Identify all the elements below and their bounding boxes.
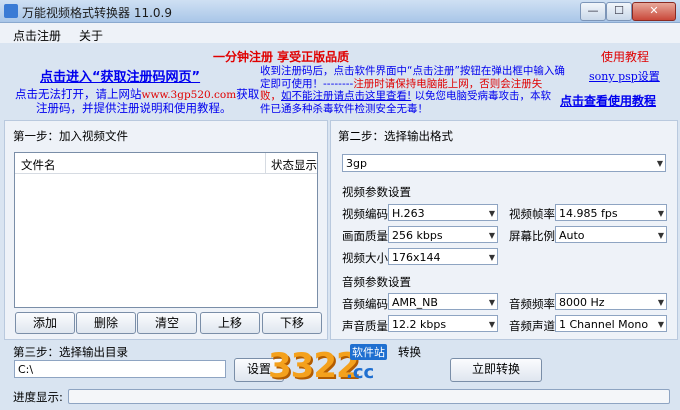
channel-label: 音频声道 bbox=[509, 319, 555, 333]
notice-line-3: 以免您电脑受病毒攻击，本软 bbox=[414, 90, 552, 102]
get-code-link[interactable]: 点击进入“获取注册码网页” bbox=[40, 66, 200, 85]
cant-open-prefix: 点击无法打开，请上网站 bbox=[15, 87, 142, 101]
chevron-down-icon: ▼ bbox=[657, 298, 664, 307]
step4-title: 转换 bbox=[398, 345, 421, 359]
video-codec-select[interactable]: H.263 ▼ bbox=[388, 204, 498, 221]
output-format-value: 3gp bbox=[346, 157, 367, 170]
sample-rate-label: 音频频率 bbox=[509, 297, 555, 311]
file-list[interactable]: 文件名 状态显示 bbox=[14, 152, 318, 308]
quality-value: 256 kbps bbox=[392, 229, 443, 242]
audio-codec-value: AMR_NB bbox=[392, 296, 438, 309]
maximize-button[interactable]: ☐ bbox=[606, 2, 632, 21]
chevron-down-icon: ▼ bbox=[488, 209, 495, 218]
notice-warning-2: 败， bbox=[260, 90, 281, 102]
chevron-down-icon: ▼ bbox=[488, 298, 495, 307]
chevron-down-icon: ▼ bbox=[657, 320, 664, 329]
frame-rate-label: 视频帧率 bbox=[509, 207, 555, 221]
step2-title: 第二步：选择输出格式 bbox=[338, 129, 453, 143]
output-dir-input[interactable]: C:\ bbox=[14, 360, 226, 378]
convert-button[interactable]: 立即转换 bbox=[450, 358, 542, 382]
view-tutorial-link[interactable]: 点击查看使用教程 bbox=[560, 92, 656, 109]
size-select[interactable]: 176x144 ▼ bbox=[388, 248, 498, 265]
output-dir-value: C:\ bbox=[18, 363, 34, 376]
add-button[interactable]: 添加 bbox=[15, 312, 75, 334]
column-filename[interactable]: 文件名 bbox=[21, 157, 56, 173]
chevron-down-icon: ▼ bbox=[488, 320, 495, 329]
column-divider bbox=[265, 153, 266, 173]
sample-rate-select[interactable]: 8000 Hz ▼ bbox=[555, 293, 667, 310]
menu-about[interactable]: 关于 bbox=[79, 27, 103, 44]
step1-title: 第一步：加入视频文件 bbox=[13, 129, 128, 143]
output-format-select[interactable]: 3gp ▼ bbox=[342, 154, 666, 172]
aspect-value: Auto bbox=[559, 229, 585, 242]
move-down-button[interactable]: 下移 bbox=[262, 312, 322, 334]
audio-quality-value: 12.2 kbps bbox=[392, 318, 447, 331]
sample-rate-value: 8000 Hz bbox=[559, 296, 605, 309]
move-up-button[interactable]: 上移 bbox=[200, 312, 260, 334]
app-icon bbox=[4, 4, 18, 18]
notice-line-4: 件已通多种杀毒软件检测安全无毒！ bbox=[260, 102, 428, 115]
notice-warning: 注册时请保持电脑能上网，否则会注册失 bbox=[353, 77, 543, 90]
size-label: 视频大小 bbox=[342, 251, 388, 265]
frame-rate-value: 14.985 fps bbox=[559, 207, 618, 220]
step3-title: 第三步：选择输出目录 bbox=[13, 345, 128, 359]
audio-group-title: 音频参数设置 bbox=[342, 275, 411, 289]
chevron-down-icon: ▼ bbox=[656, 159, 663, 168]
cant-open-text-2: 注册码，并提供注册说明和使用教程。 bbox=[36, 101, 232, 115]
sony-psp-link[interactable]: sony psp设置 bbox=[589, 68, 660, 84]
chevron-down-icon: ▼ bbox=[488, 253, 495, 262]
aspect-select[interactable]: Auto ▼ bbox=[555, 226, 667, 243]
tutorial-link[interactable]: 使用教程 bbox=[601, 48, 649, 65]
promo-slogan: 一分钟注册 享受正版品质 bbox=[213, 50, 350, 64]
notice-line-2: 定即可使用！-------- bbox=[260, 77, 354, 90]
channel-select[interactable]: 1 Channel Mono ▼ bbox=[555, 315, 667, 332]
video-codec-label: 视频编码 bbox=[342, 207, 388, 221]
notice-help-link[interactable]: 如不能注册请点击这里查看! bbox=[281, 90, 411, 102]
cant-open-suffix: 获取 bbox=[236, 87, 260, 101]
minimize-button[interactable]: — bbox=[580, 2, 606, 21]
frame-rate-select[interactable]: 14.985 fps ▼ bbox=[555, 204, 667, 221]
progress-label: 进度显示: bbox=[13, 390, 63, 404]
chevron-down-icon: ▼ bbox=[657, 209, 664, 218]
video-group-title: 视频参数设置 bbox=[342, 185, 411, 199]
watermark-logo: 3322 .cc 软件站 bbox=[268, 340, 396, 394]
menu-register[interactable]: 点击注册 bbox=[13, 27, 61, 44]
chevron-down-icon: ▼ bbox=[488, 231, 495, 240]
watermark-suffix: .cc bbox=[346, 362, 375, 383]
watermark-tag: 软件站 bbox=[350, 344, 387, 360]
quality-select[interactable]: 256 kbps ▼ bbox=[388, 226, 498, 243]
column-status[interactable]: 状态显示 bbox=[271, 157, 317, 173]
progress-bar bbox=[68, 389, 670, 404]
audio-quality-label: 声音质量 bbox=[342, 319, 388, 333]
size-value: 176x144 bbox=[392, 251, 441, 264]
clear-button[interactable]: 清空 bbox=[137, 312, 197, 334]
close-button[interactable]: ✕ bbox=[632, 2, 676, 21]
audio-codec-label: 音频编码 bbox=[342, 297, 388, 311]
chevron-down-icon: ▼ bbox=[657, 231, 664, 240]
delete-button[interactable]: 删除 bbox=[76, 312, 136, 334]
notice-line-1: 收到注册码后，点击软件界面中“点击注册”按钮在弹出框中输入确 bbox=[260, 65, 565, 77]
register-notice: 收到注册码后，点击软件界面中“点击注册”按钮在弹出框中输入确 定即可使用！---… bbox=[260, 65, 590, 115]
video-codec-value: H.263 bbox=[392, 207, 425, 220]
aspect-label: 屏幕比例 bbox=[509, 229, 555, 243]
window-title: 万能视频格式转换器 11.0.9 bbox=[22, 6, 172, 20]
channel-value: 1 Channel Mono bbox=[559, 318, 649, 331]
audio-quality-select[interactable]: 12.2 kbps ▼ bbox=[388, 315, 498, 332]
quality-label: 画面质量 bbox=[342, 229, 388, 243]
audio-codec-select[interactable]: AMR_NB ▼ bbox=[388, 293, 498, 310]
